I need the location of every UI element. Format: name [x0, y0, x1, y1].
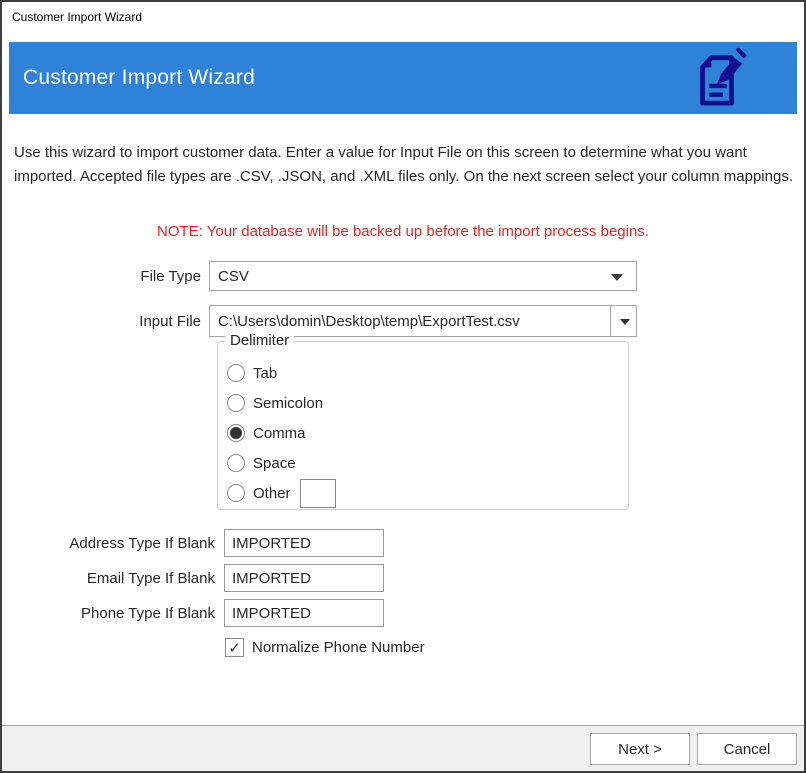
phone-type-row: Phone Type If Blank	[2, 599, 384, 627]
checkbox-checked-icon: ✓	[225, 638, 244, 657]
radio-icon	[227, 394, 245, 412]
email-type-field[interactable]	[224, 564, 384, 592]
delimiter-options: Tab Semicolon Comma Space Other	[218, 342, 628, 507]
radio-comma[interactable]: Comma	[227, 419, 628, 447]
radio-other[interactable]: Other	[227, 479, 628, 507]
phone-type-field[interactable]	[224, 599, 384, 627]
banner: Customer Import Wizard	[9, 42, 797, 114]
file-type-value: CSV	[218, 268, 249, 285]
intro-text: Use this wizard to import customer data.…	[14, 141, 797, 189]
page-title: Customer Import Wizard	[23, 66, 255, 90]
file-type-dropdown[interactable]: CSV	[209, 261, 637, 291]
normalize-phone-label: Normalize Phone Number	[252, 639, 425, 656]
address-type-field[interactable]	[224, 529, 384, 557]
normalize-phone-checkbox[interactable]: ✓ Normalize Phone Number	[225, 638, 425, 657]
email-type-label: Email Type If Blank	[2, 570, 215, 587]
radio-semicolon[interactable]: Semicolon	[227, 389, 628, 417]
next-button[interactable]: Next >	[590, 733, 690, 765]
radio-space[interactable]: Space	[227, 449, 628, 477]
other-delimiter-input[interactable]	[300, 479, 336, 508]
phone-type-label: Phone Type If Blank	[2, 605, 215, 622]
radio-icon	[227, 454, 245, 472]
cancel-button[interactable]: Cancel	[697, 733, 797, 765]
title-bar: Customer Import Wizard	[2, 2, 804, 40]
input-file-dropdown-button[interactable]	[610, 306, 636, 336]
note-edit-icon	[689, 47, 747, 109]
delimiter-groupbox: Delimiter Tab Semicolon Comma Space Othe…	[217, 341, 629, 510]
footer-bar: Next > Cancel	[2, 725, 804, 771]
input-file-row: Input File	[2, 305, 637, 337]
radio-selected-icon	[227, 424, 245, 442]
delimiter-legend: Delimiter	[225, 332, 294, 349]
address-type-label: Address Type If Blank	[2, 535, 215, 552]
window-title: Customer Import Wizard	[12, 10, 142, 24]
customer-import-wizard-window: Customer Import Wizard Customer Import W…	[0, 0, 806, 773]
chevron-down-icon	[611, 274, 623, 281]
chevron-down-icon	[620, 319, 630, 325]
input-file-label: Input File	[2, 313, 201, 330]
radio-icon	[227, 484, 245, 502]
radio-tab[interactable]: Tab	[227, 359, 628, 387]
radio-icon	[227, 364, 245, 382]
email-type-row: Email Type If Blank	[2, 564, 384, 592]
file-type-row: File Type CSV	[2, 261, 637, 291]
backup-note: NOTE: Your database will be backed up be…	[2, 223, 804, 240]
file-type-label: File Type	[2, 268, 201, 285]
address-type-row: Address Type If Blank	[2, 529, 384, 557]
